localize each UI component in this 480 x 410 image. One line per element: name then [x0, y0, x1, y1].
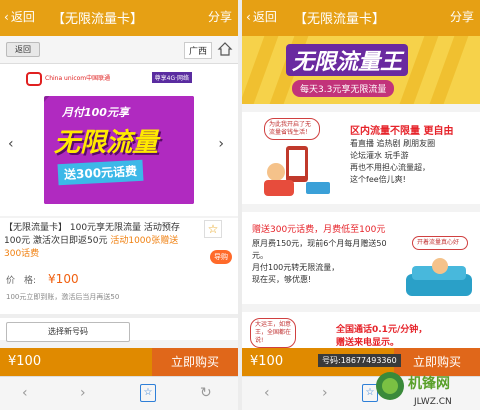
- share-button[interactable]: 分享: [450, 8, 474, 25]
- sofa-illustration: [406, 258, 472, 296]
- speech-bubble: 大运王，如意王，全国都在说!: [250, 318, 296, 348]
- top-bar: ‹ 返回 【无限流量卡】 分享: [0, 0, 238, 36]
- hero-subtitle: 每天3.3元享无限流量: [292, 80, 395, 97]
- favorite-star-icon[interactable]: ☆: [204, 220, 222, 238]
- card-heading: 全国通话0.1元/分钟， 赠送来电显示。: [336, 325, 428, 348]
- back-label: 返回: [10, 10, 35, 24]
- chevron-left-icon: ‹: [4, 9, 9, 24]
- unicom-logo-icon: [26, 72, 42, 86]
- card-heading: 赠送300元话费，月费低至100元: [252, 225, 386, 235]
- hero-banner: 无限流量王 每天3.3元享无限流量: [242, 36, 480, 104]
- region-selector[interactable]: 广西: [183, 42, 212, 59]
- nav-back-icon[interactable]: ‹: [22, 385, 28, 401]
- share-button[interactable]: 分享: [208, 8, 232, 25]
- right-phone-screen: ‹ 返回 【无限流量卡】 分享 无限流量王 每天3.3元享无限流量 为此我开启了…: [242, 0, 480, 410]
- divider: [0, 314, 238, 318]
- 4g-network-tag: 尊享4G·网络: [151, 72, 192, 83]
- speech-bubble: 开着流量真心好: [412, 236, 468, 250]
- guide-button[interactable]: 导购: [210, 250, 232, 264]
- back-button[interactable]: ‹ 返回: [246, 8, 277, 25]
- top-bar: ‹ 返回 【无限流量卡】 分享: [242, 0, 480, 36]
- price-note: 100元立即到账，激活后当月再送50: [6, 293, 120, 301]
- feature-card-calls: 大运王，如意王，全国都在说! 全国通话0.1元/分钟， 赠送来电显示。: [242, 312, 480, 352]
- nav-back-icon[interactable]: ‹: [264, 385, 270, 401]
- page-title: 【无限流量卡】: [52, 12, 144, 27]
- product-description: 【无限流量卡】 100元享无限流量 活动预存100元 激活次日即返50元 活动1…: [4, 223, 180, 259]
- buy-now-button[interactable]: 立即购买: [152, 348, 238, 376]
- promo-line-1: 月付100元享: [62, 106, 129, 119]
- back-label: 返回: [252, 10, 277, 24]
- price-row: 价 格: ¥100: [6, 272, 79, 286]
- unicom-brand: China unicom中国联通: [26, 72, 110, 86]
- promo-line-2: 无限流量: [54, 128, 159, 158]
- site-watermark-logo: 机锋网 JLWZ.CN: [376, 372, 452, 407]
- speech-bubble: 为此我开启了无流量省钱生活！: [264, 118, 320, 140]
- page-back-button[interactable]: 返回: [6, 42, 40, 57]
- svg-text:JLWZ.CN: JLWZ.CN: [413, 397, 452, 407]
- price-value: ¥100: [48, 272, 79, 286]
- product-banner: China unicom中国联通 尊享4G·网络 月付100元享 无限流量 送3…: [0, 64, 238, 216]
- home-icon[interactable]: [217, 41, 233, 57]
- nav-forward-icon[interactable]: ›: [322, 385, 328, 401]
- card-body: 看直播 追热剧 刷朋友圈 论坛灌水 玩手游 再也不用担心流量超， 这个fee倍儿…: [350, 139, 436, 184]
- choose-number-button[interactable]: 选择新号码: [6, 322, 130, 342]
- person-phone-illustration: [264, 146, 330, 196]
- svg-text:机锋网: 机锋网: [408, 375, 450, 392]
- nav-forward-icon[interactable]: ›: [80, 385, 86, 401]
- bookmark-icon[interactable]: ☆: [140, 384, 156, 402]
- feature-card-bonus-credit: 赠送300元话费，月费低至100元 原月费150元，现前6个月每月赠送50元。 …: [242, 212, 480, 304]
- promo-line-3: 送300元话费: [57, 159, 144, 186]
- buy-bar-price: ¥100: [250, 354, 284, 369]
- refresh-icon[interactable]: ↻: [200, 385, 212, 401]
- card-heading: 区内流量不限量 更自由: [350, 126, 454, 137]
- card-body: 原月费150元，现前6个月每月赠送50元。 月付100元转无限流量， 现在买，够…: [252, 239, 387, 284]
- next-image-arrow-icon[interactable]: ›: [218, 136, 224, 152]
- buy-bar-price: ¥100: [8, 354, 42, 369]
- promo-image[interactable]: 月付100元享 无限流量 送300元话费: [44, 96, 194, 204]
- sub-navigation-bar: 返回 广西: [0, 36, 238, 64]
- feature-card-unlimited-data: 为此我开启了无流量省钱生活！ 区内流量不限量 更自由 看直播 追热剧 刷朋友圈 …: [242, 112, 480, 204]
- unicom-brand-text: China unicom中国联通: [45, 74, 111, 82]
- back-button[interactable]: ‹ 返回: [4, 8, 35, 25]
- price-label: 价 格:: [6, 276, 37, 286]
- hero-title: 无限流量王: [286, 44, 409, 76]
- left-phone-screen: ‹ 返回 【无限流量卡】 分享 返回 广西 China unicom中国联通 尊…: [0, 0, 238, 410]
- browser-nav-bar: ‹ › ☆ ↻: [0, 376, 238, 410]
- page-title: 【无限流量卡】: [294, 12, 386, 27]
- prev-image-arrow-icon[interactable]: ‹: [8, 136, 14, 152]
- chevron-left-icon: ‹: [246, 9, 251, 24]
- buy-bar: ¥100 立即购买: [0, 348, 238, 376]
